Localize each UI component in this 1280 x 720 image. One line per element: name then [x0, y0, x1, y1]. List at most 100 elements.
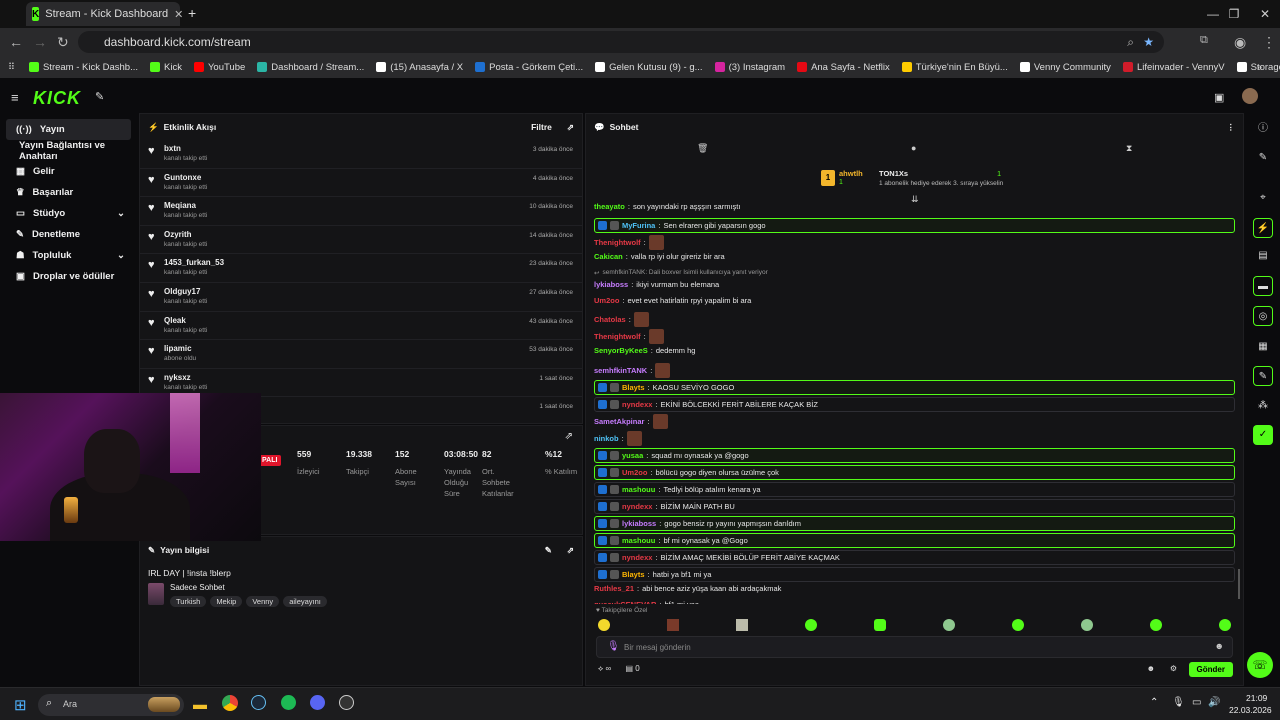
trash-icon[interactable]: 🗑 [697, 143, 708, 154]
chat-username[interactable]: nyndexx [622, 553, 652, 562]
speaker-icon[interactable]: 🔊 [1208, 697, 1220, 708]
back-icon[interactable]: ← [9, 34, 23, 50]
sidebar-item-denetleme[interactable]: ✎ Denetleme [6, 224, 131, 245]
emote-icon[interactable] [1081, 619, 1093, 631]
emote-icon[interactable] [736, 619, 748, 631]
edit-icon[interactable]: ✎ [545, 545, 552, 556]
apps-icon[interactable]: ⠿ [8, 62, 15, 73]
forward-icon[interactable]: → [33, 34, 47, 50]
emote-icon[interactable] [1219, 619, 1231, 631]
chat-username[interactable]: lykiaboss [594, 280, 628, 289]
mic-icon[interactable]: 🎙 [1172, 697, 1185, 708]
event-user[interactable]: Guntonxe [164, 173, 207, 182]
windows-start-icon[interactable]: ⊞ [14, 696, 27, 714]
chat-icon[interactable]: ▬ [1253, 276, 1273, 296]
sidebar-item-basarilar[interactable]: ♛ Başarılar [6, 182, 131, 203]
support-button[interactable]: ☏ [1247, 652, 1273, 678]
tray-chevron-icon[interactable]: ⌃ [1150, 697, 1158, 708]
bookmark-item[interactable]: Dashboard / Stream... [257, 62, 364, 73]
clock-time[interactable]: 21:09 [1246, 693, 1267, 703]
speech-icon[interactable]: ● [911, 143, 916, 153]
bookmark-item[interactable]: Ana Sayfa - Netflix [797, 62, 890, 73]
sidebar-item-yayin[interactable]: ((·)) Yayın [6, 119, 131, 140]
mic-icon[interactable]: 🎙 [607, 641, 620, 652]
chat-input[interactable]: 🎙 Bir mesaj gönderin ☻ [596, 636, 1233, 658]
tab-close-icon[interactable]: ✕ [174, 8, 183, 21]
taskbar-search[interactable]: ⌕ Ara [38, 694, 184, 716]
chat-username[interactable]: Chatolas [594, 315, 626, 324]
chat-username[interactable]: nyndexx [622, 400, 652, 409]
event-user[interactable]: bxtn [164, 144, 207, 153]
note-icon[interactable]: ▤ [1253, 246, 1273, 266]
reload-icon[interactable]: ↻ [57, 34, 69, 51]
obs-icon[interactable] [339, 695, 354, 710]
bookmark-item[interactable]: (15) Anasayfa / X [376, 62, 463, 73]
new-tab-icon[interactable]: + [188, 5, 196, 21]
more-icon[interactable]: ⋮ [1227, 122, 1236, 133]
browser-tab[interactable]: K Stream - Kick Dashboard ✕ [26, 2, 183, 26]
chat-username[interactable]: guccukCENEVAR [594, 600, 656, 604]
tag-chip[interactable]: Mekip [210, 596, 243, 607]
sidebar-item-gelir[interactable]: ▦ Gelir [6, 161, 131, 182]
bookmark-item[interactable]: Stream - Kick Dashb... [28, 62, 138, 73]
trophy-icon[interactable]: ✓ [1253, 425, 1273, 445]
bookmark-item[interactable]: Posta - Görkem Çeti... [475, 62, 583, 73]
event-user[interactable]: Oldguy17 [164, 287, 207, 296]
bookmarks-overflow-icon[interactable]: » [1257, 62, 1262, 73]
sidebar-item-droplar[interactable]: ▣ Droplar ve ödüller [6, 266, 131, 287]
chat-username[interactable]: semhfkinTANK [594, 366, 647, 375]
bookmark-item[interactable]: Gelen Kutusu (9) - g... [595, 62, 703, 73]
emote-icon[interactable] [1150, 619, 1162, 631]
event-user[interactable]: Qleak [164, 316, 207, 325]
avatar[interactable] [1242, 88, 1258, 104]
star-icon[interactable]: ★ [1143, 35, 1154, 49]
file-explorer-icon[interactable]: ▬ [193, 696, 207, 712]
chat-username[interactable]: Blayts [622, 570, 645, 579]
sidebar-item-stream-key[interactable]: Yayın Bağlantısı ve Anahtarı [6, 140, 131, 162]
profile-icon[interactable]: ◉ [1234, 34, 1246, 51]
chat-username[interactable]: Blayts [622, 383, 645, 392]
broadcast-icon[interactable]: ◎ [1253, 306, 1273, 326]
chat-username[interactable]: lykiaboss [622, 519, 656, 528]
clock-date[interactable]: 22.03.2026 [1229, 705, 1272, 715]
hamburger-icon[interactable]: ≡ [11, 90, 19, 105]
chat-username[interactable]: mashouu [622, 485, 655, 494]
event-user[interactable]: lipamic [164, 344, 196, 353]
steam-icon[interactable] [251, 695, 266, 710]
target-icon[interactable]: ⌖ [1253, 188, 1273, 208]
send-button[interactable]: Gönder [1188, 662, 1233, 677]
event-user[interactable]: 1453_furkan_53 [164, 258, 224, 267]
chat-username[interactable]: theayato [594, 202, 625, 211]
event-user[interactable]: nyksxz [164, 373, 207, 382]
event-user[interactable]: Ozyrith [164, 230, 207, 239]
chat-username[interactable]: yusaa [622, 451, 643, 460]
bookmark-item[interactable]: YouTube [193, 62, 245, 73]
bookmark-item[interactable]: Venny Community [1019, 62, 1111, 73]
popout-icon[interactable]: ⇗ [565, 431, 573, 442]
bookmark-item[interactable]: Lifeinvader - VennyV [1122, 62, 1225, 73]
event-user[interactable]: Meqiana [164, 201, 207, 210]
chat-username[interactable]: mashouu [622, 536, 655, 545]
tag-chip[interactable]: aileyayını [283, 596, 327, 607]
chat-username[interactable]: SenyorByKeeS [594, 346, 648, 355]
chat-username[interactable]: Cakican [594, 252, 623, 261]
emoji-icon[interactable]: ☻ [1215, 641, 1224, 651]
nodes-icon[interactable]: ⁂ [1253, 396, 1273, 416]
tag-chip[interactable]: Turkish [170, 596, 207, 607]
chat-username[interactable]: MyFurina [622, 221, 655, 230]
emote-icon[interactable] [943, 619, 955, 631]
chat-username[interactable]: Um2oo [622, 468, 647, 477]
chat-settings-icon[interactable]: ☻ [1147, 664, 1155, 673]
sidebar-item-studyo[interactable]: ▭ Stüdyo ⌄ [6, 203, 131, 224]
tag-chip[interactable]: Venny [246, 596, 280, 607]
url-field[interactable]: dashboard.kick.com/stream ⌕ ★ [78, 31, 1164, 53]
chat-username[interactable]: Um2oo [594, 296, 619, 305]
store-icon[interactable]: ▤ 0 [625, 664, 639, 673]
chat-scrollbar[interactable] [1238, 569, 1240, 599]
emote-icon[interactable] [598, 619, 610, 631]
wallet-icon[interactable]: ▣ [1214, 91, 1224, 104]
emote-icon[interactable] [1012, 619, 1024, 631]
bookmark-item[interactable]: Kick [150, 62, 182, 73]
popout-icon[interactable]: ⇗ [567, 122, 574, 133]
maximize-icon[interactable]: ❐ [1219, 4, 1249, 24]
